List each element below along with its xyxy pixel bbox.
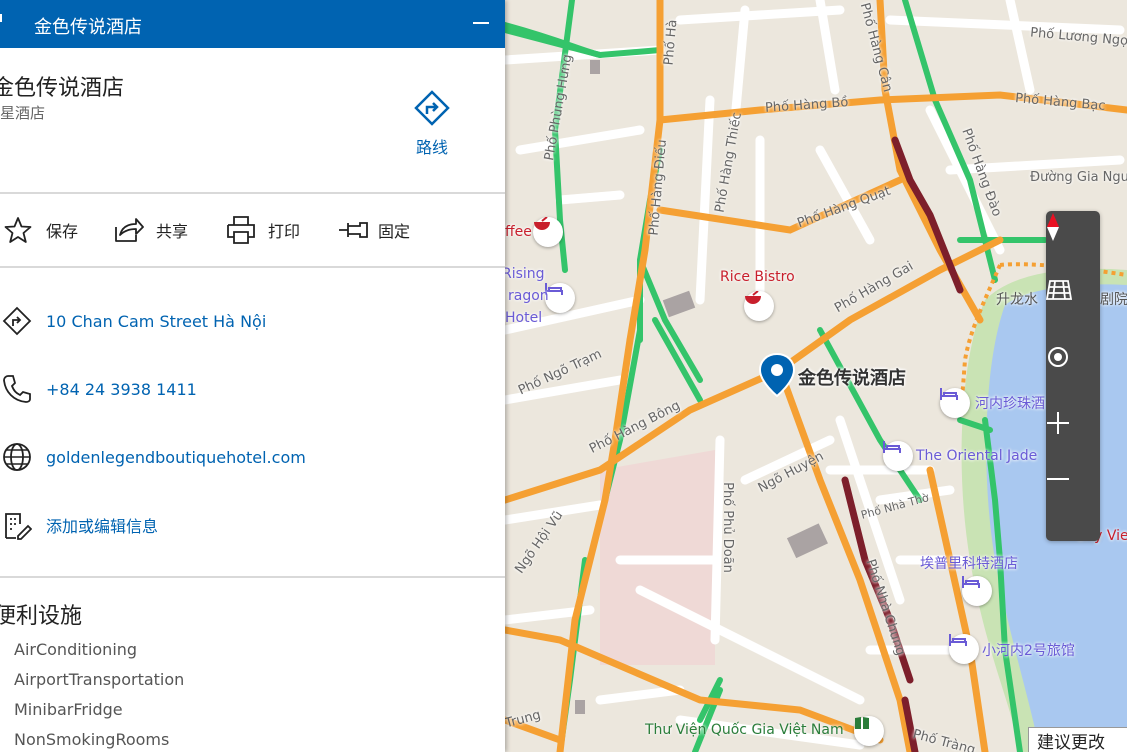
amenities-heading: 便利设施 (0, 604, 83, 629)
zoom-out-button[interactable] (1046, 477, 1100, 537)
poi-label[interactable]: Hotel (505, 310, 542, 326)
amenity-item: AirportTransportation (14, 670, 185, 689)
edit-info-link[interactable]: 添加或编辑信息 (46, 513, 158, 537)
map-controls (1046, 211, 1100, 541)
amenity-item: NonSmokingRooms (14, 730, 170, 749)
restaurant-icon[interactable] (744, 291, 774, 321)
website-link[interactable]: goldenlegendboutiquehotel.com (46, 448, 306, 467)
panel-titlebar: 金色传说酒店 (0, 0, 505, 48)
poi-label[interactable]: 小河内2号旅馆 (982, 640, 1075, 660)
poi-label[interactable]: 剧院 (1100, 289, 1127, 309)
divider (0, 192, 505, 194)
divider (0, 576, 505, 578)
panel-title: 金色传说酒店 (34, 17, 142, 38)
pin-icon (338, 220, 374, 240)
minus-icon (1047, 478, 1069, 480)
phone-link[interactable]: +84 24 3938 1411 (46, 380, 197, 399)
directions-icon (0, 306, 46, 336)
poi-label[interactable]: Rice Bistro (720, 269, 795, 285)
share-button[interactable]: 共享 (114, 212, 188, 248)
edit-building-icon (0, 510, 46, 540)
compass-button[interactable] (1046, 213, 1100, 273)
drag-handle-icon[interactable] (0, 14, 2, 22)
print-button[interactable]: 打印 (226, 212, 300, 248)
poi-label[interactable]: Thư Viện Quốc Gia Việt Nam (645, 722, 844, 738)
place-details-panel: 金色传说酒店 金色传说酒店 星酒店 路线 保存 共享 打印 固定 10 Chan… (0, 0, 505, 752)
share-label: 共享 (156, 222, 189, 241)
directions-button[interactable]: 路线 (410, 90, 454, 158)
save-label: 保存 (46, 222, 79, 241)
directions-icon (414, 90, 450, 126)
my-location-button[interactable] (1046, 345, 1100, 405)
poi-label[interactable]: The Oriental Jade (916, 448, 1037, 464)
hotel-icon[interactable] (545, 283, 575, 313)
hotel-icon[interactable] (883, 441, 913, 471)
hotel-icon[interactable] (940, 388, 970, 418)
hotel-icon[interactable] (949, 634, 979, 664)
place-category: 星酒店 (0, 104, 46, 122)
street-label: Phố Phủ Doãn (719, 482, 735, 573)
location-pin-icon[interactable] (758, 352, 796, 398)
save-button[interactable]: 保存 (4, 212, 78, 248)
place-name: 金色传说酒店 (0, 76, 125, 101)
phone-icon (0, 374, 46, 404)
print-label: 打印 (268, 222, 301, 241)
pin-label: 金色传说酒店 (798, 368, 906, 389)
poi-label[interactable]: 升龙水 (996, 289, 1038, 309)
printer-icon (226, 215, 262, 245)
locate-icon (1048, 347, 1068, 367)
website-row[interactable]: goldenlegendboutiquehotel.com (0, 440, 306, 474)
library-icon[interactable] (854, 716, 884, 746)
restaurant-icon[interactable] (533, 217, 563, 247)
minimize-button[interactable] (473, 22, 489, 24)
street-label: Đường Gia Ngư (1030, 170, 1127, 185)
poi-label[interactable]: Rising (502, 266, 545, 282)
pin-label: 固定 (378, 222, 411, 241)
address-link[interactable]: 10 Chan Cam Street Hà Nội (46, 312, 266, 331)
poi-label[interactable]: 河内珍珠酒 (975, 393, 1045, 413)
address-row[interactable]: 10 Chan Cam Street Hà Nội (0, 304, 266, 338)
hotel-icon[interactable] (962, 576, 992, 606)
compass-icon (1047, 213, 1059, 241)
poi-label[interactable]: ragon (508, 288, 549, 304)
globe-icon (0, 442, 46, 472)
edit-info-row[interactable]: 添加或编辑信息 (0, 508, 158, 542)
zoom-in-button[interactable] (1046, 411, 1100, 471)
map-style-button[interactable] (1046, 279, 1100, 339)
poi-label[interactable]: ffee (505, 224, 532, 240)
suggest-edit-button[interactable]: 建议更改 (1028, 727, 1127, 752)
pin-button[interactable]: 固定 (338, 212, 410, 248)
amenity-item: MinibarFridge (14, 700, 123, 719)
directions-label: 路线 (415, 138, 448, 157)
map-grid-icon (1046, 280, 1072, 300)
plus-icon (1047, 412, 1069, 434)
star-icon (4, 216, 40, 244)
poi-label[interactable]: 埃普里科特酒店 (920, 553, 1018, 573)
phone-row[interactable]: +84 24 3938 1411 (0, 372, 197, 406)
share-icon (114, 217, 150, 243)
divider (0, 266, 505, 268)
amenity-item: AirConditioning (14, 640, 138, 659)
